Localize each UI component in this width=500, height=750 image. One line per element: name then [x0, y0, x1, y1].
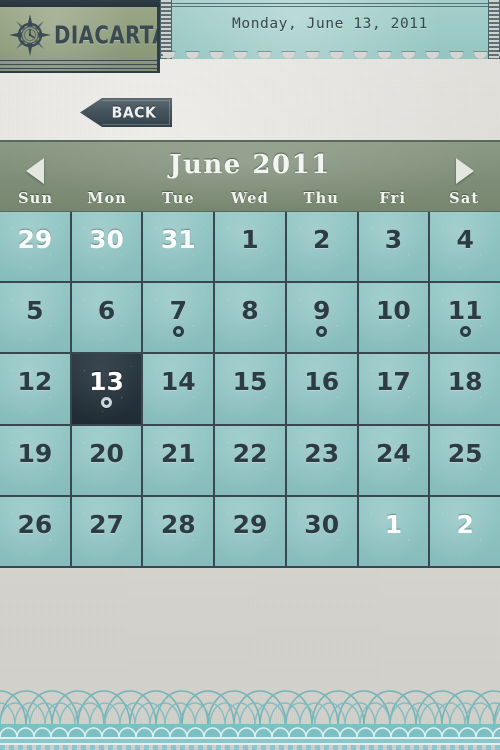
day-number: 20 [89, 438, 124, 468]
back-button-label: BACK [111, 103, 157, 122]
event-marker-dot [101, 397, 113, 409]
day-number: 10 [376, 296, 411, 326]
day-number: 30 [89, 225, 124, 255]
day-number: 27 [89, 509, 124, 539]
day-number: 14 [160, 367, 196, 397]
day-cell[interactable]: 11 [430, 283, 500, 353]
day-number: 29 [17, 225, 53, 255]
day-number: 1 [384, 509, 403, 539]
day-number: 26 [17, 509, 53, 539]
day-number: 4 [456, 225, 474, 255]
day-number: 21 [160, 438, 196, 468]
weekday-label-tue: Tue [162, 190, 195, 207]
calendar: June 2011 Sun Mon Tue Wed Thu Fri Sat 29 30 31 1 2… [0, 140, 500, 568]
day-cell[interactable]: 10 [358, 283, 429, 353]
day-cell[interactable]: 1 [358, 496, 429, 566]
day-number: 6 [97, 296, 116, 326]
day-number: 29 [232, 509, 268, 539]
day-number: 13 [89, 367, 124, 397]
day-cell[interactable]: 26 [0, 496, 70, 566]
day-cell[interactable]: 2 [286, 212, 357, 282]
calendar-grid: 29 30 31 1 2 3 4 5 6 7 8 9 10 11 12 13 14 15 16 17 18 19 20 21 2… [0, 212, 500, 568]
day-number: 11 [447, 296, 483, 326]
weekday-label-fri: Fri [379, 190, 407, 207]
day-cell[interactable]: 27 [71, 496, 142, 566]
day-number: 23 [304, 438, 340, 468]
day-cell[interactable]: 6 [71, 283, 142, 353]
weekday-label-thu: Thu [303, 190, 340, 207]
day-cell[interactable]: 12 [0, 354, 70, 424]
scalloped-arch-pattern [0, 690, 500, 750]
decorative-arch-border [0, 650, 500, 750]
day-number: 5 [26, 296, 44, 326]
event-marker-dot [316, 326, 328, 338]
triangle-right-icon[interactable] [456, 158, 474, 184]
weekday-label-mon: Mon [87, 190, 128, 207]
day-cell-selected[interactable]: 13 [71, 354, 142, 424]
day-number: 28 [160, 509, 196, 539]
day-number: 8 [241, 296, 259, 326]
day-cell[interactable]: 4 [430, 212, 500, 282]
app-brand-name: DIACARTA [54, 20, 160, 49]
day-number: 18 [447, 367, 483, 397]
day-number: 17 [376, 367, 411, 397]
day-number: 3 [384, 225, 403, 255]
calendar-header: June 2011 Sun Mon Tue Wed Thu Fri Sat [0, 140, 500, 212]
day-cell[interactable]: 21 [143, 425, 214, 495]
current-date-label: Monday, June 13, 2011 [232, 16, 428, 32]
day-cell[interactable]: 3 [358, 212, 429, 282]
weekday-label-sat: Sat [449, 190, 480, 207]
event-marker-dot [172, 326, 184, 338]
day-number: 22 [232, 438, 268, 468]
day-number: 19 [17, 438, 53, 468]
day-cell[interactable]: 8 [215, 283, 285, 353]
day-cell[interactable]: 29 [0, 212, 70, 282]
day-number: 30 [304, 509, 340, 539]
day-cell[interactable]: 23 [286, 425, 357, 495]
day-cell[interactable]: 31 [143, 212, 214, 282]
day-cell[interactable]: 7 [143, 283, 214, 353]
day-number: 12 [17, 367, 53, 397]
back-button[interactable]: BACK [80, 98, 172, 127]
day-cell[interactable]: 29 [215, 496, 285, 566]
day-cell[interactable]: 9 [286, 283, 357, 353]
day-cell[interactable]: 5 [0, 283, 70, 353]
day-cell[interactable]: 14 [143, 354, 214, 424]
day-number: 2 [313, 225, 331, 255]
day-number: 16 [304, 367, 340, 397]
day-number: 9 [313, 296, 331, 326]
weekday-label-wed: Wed [230, 190, 270, 207]
ticket-scallop-edge [160, 52, 500, 65]
day-cell[interactable]: 1 [215, 212, 285, 282]
day-cell[interactable]: 17 [358, 354, 429, 424]
compass-clock-icon [8, 13, 52, 57]
day-cell[interactable]: 22 [215, 425, 285, 495]
day-cell[interactable]: 16 [286, 354, 357, 424]
day-number: 2 [456, 509, 474, 539]
day-number: 7 [169, 296, 187, 326]
day-cell[interactable]: 20 [71, 425, 142, 495]
month-title: June 2011 [169, 150, 331, 180]
top-bar: DIACARTA Monday, June 13, 2011 BACK [0, 0, 500, 127]
day-cell[interactable]: 30 [71, 212, 142, 282]
day-number: 25 [447, 438, 483, 468]
ticket-rule [168, 3, 492, 7]
day-cell[interactable]: 15 [215, 354, 285, 424]
weekday-header-row: Sun Mon Tue Wed Thu Fri Sat [0, 190, 500, 207]
day-cell[interactable]: 19 [0, 425, 70, 495]
weekday-label-sun: Sun [18, 190, 54, 207]
day-cell[interactable]: 24 [358, 425, 429, 495]
day-cell[interactable]: 30 [286, 496, 357, 566]
day-number: 31 [160, 225, 196, 255]
day-number: 1 [241, 225, 259, 255]
day-cell[interactable]: 25 [430, 425, 500, 495]
day-cell[interactable]: 2 [430, 496, 500, 566]
day-number: 15 [232, 367, 268, 397]
app-logo-panel[interactable]: DIACARTA [0, 7, 160, 73]
day-cell[interactable]: 18 [430, 354, 500, 424]
day-number: 24 [376, 438, 411, 468]
event-marker-dot [459, 326, 471, 338]
day-cell[interactable]: 28 [143, 496, 214, 566]
